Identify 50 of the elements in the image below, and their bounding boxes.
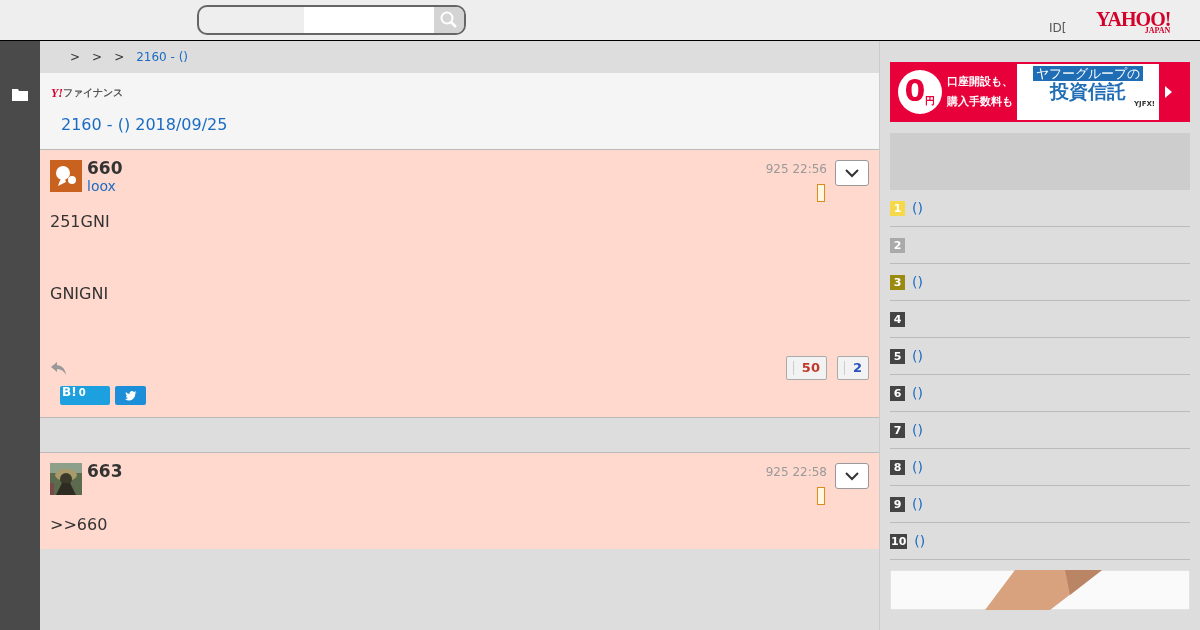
ranking-link[interactable]: () bbox=[912, 419, 923, 441]
rank-badge: 8 bbox=[890, 459, 905, 475]
post-text: 251GNI bbox=[50, 211, 111, 233]
breadcrumb-link[interactable]: 2160 - () bbox=[136, 48, 189, 66]
menu-button[interactable] bbox=[835, 160, 869, 186]
rank-badge: 4 bbox=[890, 311, 905, 327]
avatar-icon bbox=[50, 160, 82, 192]
chevron-down-icon bbox=[845, 168, 859, 178]
ranking-link[interactable]: () bbox=[912, 456, 923, 478]
like-button[interactable]: 50 bbox=[785, 356, 827, 380]
bird-icon bbox=[124, 390, 137, 401]
rank-badge: 1 bbox=[890, 200, 905, 216]
rank-badge: 9 bbox=[890, 496, 905, 512]
rank-badge: 5 bbox=[890, 348, 905, 364]
chevron-down-icon bbox=[845, 471, 859, 481]
ranking-link[interactable]: () bbox=[914, 530, 926, 552]
ranking-link[interactable]: () bbox=[912, 197, 923, 219]
rank-badge: 6 bbox=[890, 385, 905, 401]
breadcrumb-separator: > bbox=[92, 49, 103, 66]
breadcrumb-separator: > bbox=[114, 49, 125, 66]
ranking-link[interactable]: () bbox=[912, 271, 923, 293]
search-icon[interactable] bbox=[434, 7, 464, 33]
board-title: 2160 - () 2018/09/25 bbox=[61, 114, 229, 136]
post-text: GNIGNI bbox=[50, 283, 110, 305]
ranking-link[interactable]: () bbox=[912, 345, 923, 367]
flag-icon bbox=[817, 184, 825, 202]
post-text: >>660 bbox=[50, 514, 109, 536]
post-date: 925 22:58 bbox=[765, 464, 827, 481]
user-link[interactable]: loox bbox=[87, 179, 123, 193]
flag-icon bbox=[817, 487, 825, 505]
rank-badge: 7 bbox=[890, 422, 905, 438]
folder-icon[interactable] bbox=[12, 88, 28, 101]
finance-logo[interactable]: Y!ファイナンス bbox=[51, 87, 879, 99]
breadcrumb-separator: > bbox=[70, 49, 81, 66]
ranking-link[interactable]: () bbox=[912, 382, 923, 404]
search-field[interactable] bbox=[197, 5, 466, 35]
twitter-button[interactable] bbox=[115, 386, 146, 405]
yahoo-japan-logo[interactable]: YAHOO! JAPAN bbox=[1096, 9, 1171, 35]
login-text[interactable]: ID[ bbox=[1049, 19, 1067, 37]
play-icon bbox=[1165, 86, 1172, 98]
ranking-link[interactable]: () bbox=[912, 493, 923, 515]
rank-badge: 10 bbox=[890, 533, 908, 549]
menu-button[interactable] bbox=[835, 463, 869, 489]
rank-badge: 3 bbox=[890, 274, 905, 290]
post-date: 925 22:56 bbox=[765, 161, 827, 178]
hatena-bookmark-button[interactable]: B! 0 bbox=[60, 386, 110, 405]
post-number: 660 bbox=[87, 160, 123, 177]
post-number: 663 bbox=[87, 463, 123, 480]
rank-badge: 2 bbox=[890, 237, 905, 253]
dislike-button[interactable]: 2 bbox=[836, 356, 869, 380]
